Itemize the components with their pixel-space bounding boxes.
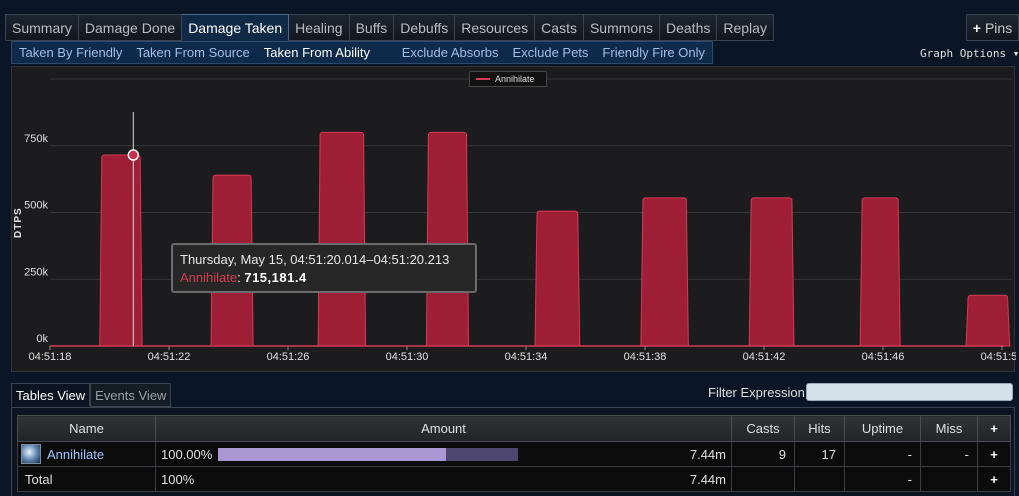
row-percent: 100.00% (161, 446, 213, 462)
x-tick-label: 04:51:34 (505, 351, 548, 363)
row-hits: 17 (794, 441, 845, 467)
series-burst (748, 197, 795, 347)
filter-expression-input[interactable] (806, 383, 1013, 401)
subtab-taken-from-source[interactable]: Taken From Source (129, 45, 256, 60)
pins-button[interactable]: + Pins (966, 14, 1019, 41)
total-amount-cell: 100% 7.44m (155, 466, 732, 492)
tab-damage-done[interactable]: Damage Done (78, 14, 183, 41)
subtab-taken-from-ability[interactable]: Taken From Ability (257, 45, 377, 60)
subtab-taken-by-friendly[interactable]: Taken By Friendly (12, 45, 129, 60)
y-tick-label: 750k (24, 133, 48, 145)
total-hits (794, 466, 845, 492)
tab-summons[interactable]: Summons (583, 14, 660, 41)
legend-swatch (476, 78, 490, 80)
dtps-graph[interactable]: 0k 250k 500k 750k 04:51:18 04:51:22 04:51:26 04… (11, 66, 1016, 372)
series-burst (534, 210, 581, 347)
table-header-row: Name Amount Casts Hits Uptime Miss + (17, 415, 1011, 442)
tables-panel: Name Amount Casts Hits Uptime Miss + Ann… (11, 407, 1015, 496)
row-amount: 7.44m (689, 446, 726, 462)
col-header-casts[interactable]: Casts (731, 415, 795, 442)
row-amount-cell: 100.00% 7.44m (155, 441, 732, 467)
x-tick-label: 04:51:18 (29, 351, 72, 363)
tab-healing[interactable]: Healing (289, 14, 350, 41)
total-casts (731, 466, 795, 492)
tab-resources[interactable]: Resources (455, 14, 536, 41)
tab-replay[interactable]: Replay (717, 14, 774, 41)
chart-tooltip: Thursday, May 15, 04:51:20.014–04:51:20.… (171, 243, 477, 293)
tab-buffs[interactable]: Buffs (349, 14, 395, 41)
col-header-hits[interactable]: Hits (794, 415, 845, 442)
series-burst (640, 197, 689, 347)
x-tick-label: 04:51:26 (267, 351, 310, 363)
series-burst (99, 154, 143, 347)
row-casts: 9 (731, 441, 795, 467)
tooltip-date: Thursday, May 15, 04:51:20.014–04:51:20.… (180, 252, 450, 267)
tab-events-view[interactable]: Events View (90, 383, 172, 407)
dtps-chart: 0k 250k 500k 750k 04:51:18 04:51:22 04:51:26 04… (24, 78, 1016, 363)
table-row: Annihilate 100.00% 7.44m 9 17 - - + (17, 441, 1011, 467)
total-amount: 7.44m (689, 471, 726, 487)
series-burst (425, 131, 470, 347)
amount-bar-fill (218, 447, 446, 461)
col-header-miss[interactable]: Miss (920, 415, 978, 442)
damage-taken-subtabs: Taken By Friendly Taken From Source Taken … (11, 41, 713, 64)
report-tabs: Summary Damage Done Damage Taken Healing Buf… (5, 14, 774, 41)
col-header-amount[interactable]: Amount (155, 415, 732, 442)
row-name-cell: Annihilate (17, 441, 156, 467)
x-tick-label: 04:51:22 (148, 351, 191, 363)
tooltip-value: 715,181.4 (244, 270, 307, 285)
legend-label: Annihilate (495, 74, 535, 84)
amount-cell-content: 100.00% 7.44m (157, 446, 731, 462)
series-burst (965, 294, 1011, 347)
tab-debuffs[interactable]: Debuffs (394, 14, 456, 41)
y-tick-label: 500k (24, 200, 48, 212)
tab-summary[interactable]: Summary (5, 14, 79, 41)
crosshair-marker (127, 149, 140, 161)
tab-damage-taken[interactable]: Damage Taken (182, 14, 290, 41)
ability-link[interactable]: Annihilate (47, 447, 104, 462)
total-percent: 100% (161, 471, 195, 487)
ability-table: Name Amount Casts Hits Uptime Miss + Ann… (17, 415, 1011, 492)
annihilate-ability-icon (21, 444, 41, 464)
tab-tables-view[interactable]: Tables View (11, 383, 91, 407)
y-tick-label: 250k (24, 266, 48, 278)
view-tabs: Tables View Events View (11, 383, 172, 407)
x-tick-label: 04:51:38 (624, 351, 667, 363)
add-column-button[interactable]: + (977, 415, 1011, 442)
total-miss (920, 466, 978, 492)
x-tick-label: 04:51:30 (386, 351, 429, 363)
row-miss: - (920, 441, 978, 467)
y-axis-title: DTPS (13, 207, 24, 238)
amount-bar (218, 447, 518, 461)
tab-casts[interactable]: Casts (535, 14, 584, 41)
filter-expression-label: Filter Expression: (708, 385, 809, 400)
tab-deaths[interactable]: Deaths (660, 14, 718, 41)
name-cell-content: Annihilate (19, 444, 155, 464)
row-expand-button[interactable]: + (977, 441, 1011, 467)
col-header-name[interactable]: Name (17, 415, 156, 442)
chart-legend[interactable]: Annihilate (469, 71, 547, 87)
x-tick-label: 04:51:46 (862, 351, 905, 363)
series-burst (317, 131, 367, 347)
total-expand-button[interactable]: + (977, 466, 1011, 492)
total-amount-content: 100% 7.44m (157, 471, 731, 487)
subtab-exclude-absorbs[interactable]: Exclude Absorbs (395, 45, 506, 60)
total-label: Total (17, 466, 156, 492)
graph-options-dropdown[interactable]: Graph Options ▾ (920, 47, 1019, 60)
y-tick-label: 0k (36, 333, 48, 345)
subtab-exclude-pets[interactable]: Exclude Pets (506, 45, 596, 60)
series-burst (859, 197, 901, 347)
subtab-friendly-fire-only[interactable]: Friendly Fire Only (595, 45, 712, 60)
total-uptime: - (844, 466, 921, 492)
tooltip-value-line: Annihilate: 715,181.4 (180, 270, 468, 285)
row-uptime: - (844, 441, 921, 467)
tooltip-ability: Annihilate (180, 270, 238, 285)
table-total-row: Total 100% 7.44m - + (17, 466, 1011, 492)
x-tick-label: 04:51:42 (743, 351, 786, 363)
x-tick-label: 04:51:50 (981, 351, 1016, 363)
plus-icon: + (972, 19, 981, 36)
pins-label: Pins (984, 19, 1013, 36)
col-header-uptime[interactable]: Uptime (844, 415, 921, 442)
